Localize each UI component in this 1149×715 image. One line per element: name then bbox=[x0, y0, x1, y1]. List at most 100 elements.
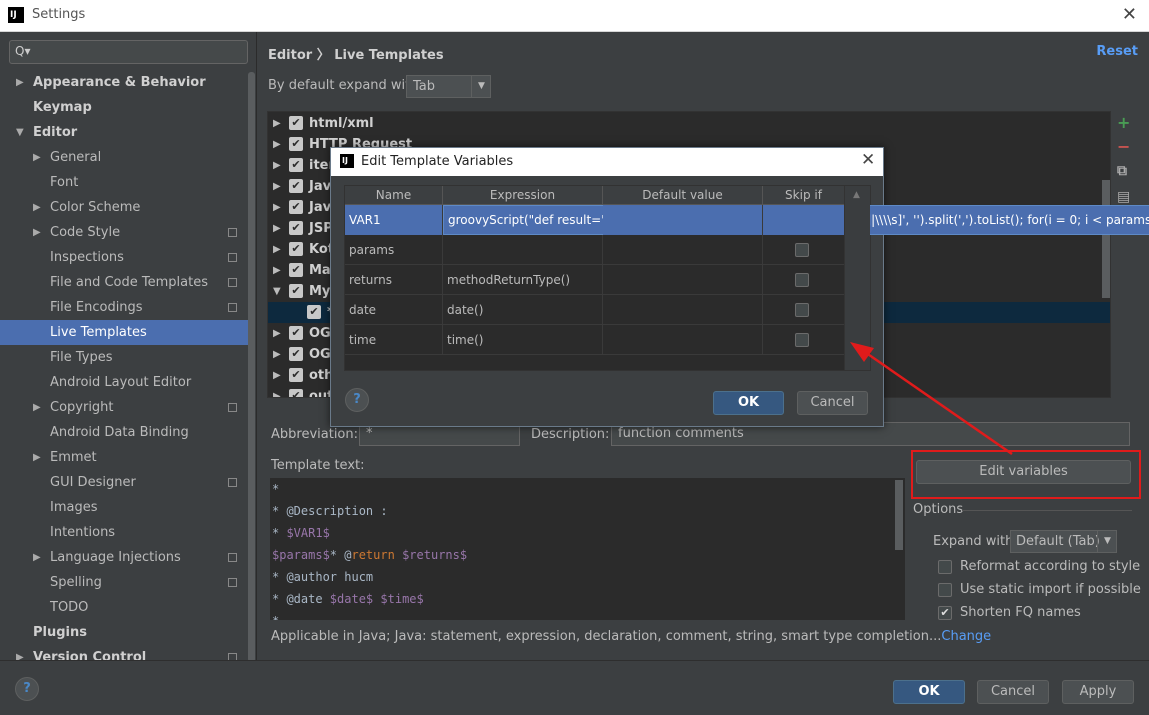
cell-expression[interactable]: date() bbox=[443, 295, 603, 325]
enabled-checkbox[interactable]: ✔ bbox=[289, 263, 303, 277]
ok-button[interactable]: OK bbox=[893, 680, 965, 704]
cell-expression[interactable] bbox=[443, 235, 603, 265]
sidebar-item-gui-designer[interactable]: GUI Designer bbox=[0, 470, 248, 495]
change-contexts-link[interactable]: Change bbox=[941, 629, 991, 644]
chevron-right-icon[interactable]: ▶ bbox=[273, 323, 281, 344]
dialog-help-button[interactable]: ? bbox=[345, 388, 369, 412]
variables-table[interactable]: Name Expression Default value Skip if de… bbox=[344, 185, 1149, 371]
cell-default[interactable] bbox=[603, 295, 763, 325]
sidebar-item-version-control[interactable]: ▶ Version Control bbox=[0, 645, 248, 660]
column-header-default-value[interactable]: Default value bbox=[603, 186, 763, 205]
enabled-checkbox[interactable]: ✔ bbox=[289, 200, 303, 214]
sidebar-item-color-scheme[interactable]: ▶ Color Scheme bbox=[0, 195, 248, 220]
sidebar-item-language-injections[interactable]: ▶ Language Injections bbox=[0, 545, 248, 570]
cell-default[interactable] bbox=[603, 265, 763, 295]
enabled-checkbox[interactable]: ✔ bbox=[307, 305, 321, 319]
chevron-right-icon[interactable]: ▶ bbox=[273, 344, 281, 365]
sidebar-scrollbar[interactable] bbox=[248, 72, 255, 660]
chevron-right-icon[interactable]: ▶ bbox=[273, 176, 281, 197]
chevron-right-icon[interactable]: ▶ bbox=[273, 365, 281, 386]
chevron-right-icon[interactable]: ▶ bbox=[33, 545, 41, 570]
cell-default[interactable] bbox=[603, 325, 763, 355]
cell-skip-if-defined[interactable] bbox=[763, 295, 845, 325]
sidebar-item-file-and-code-templates[interactable]: File and Code Templates bbox=[0, 270, 248, 295]
sidebar-item-live-templates[interactable]: Live Templates bbox=[0, 320, 248, 345]
table-row[interactable]: params bbox=[345, 235, 845, 265]
enabled-checkbox[interactable]: ✔ bbox=[289, 137, 303, 151]
enabled-checkbox[interactable]: ✔ bbox=[289, 158, 303, 172]
apply-button[interactable]: Apply bbox=[1062, 680, 1134, 704]
checkbox-unchecked-icon[interactable] bbox=[795, 333, 809, 347]
column-header-name[interactable]: Name bbox=[345, 186, 443, 205]
sidebar-item-code-style[interactable]: ▶ Code Style bbox=[0, 220, 248, 245]
enabled-checkbox[interactable]: ✔ bbox=[289, 284, 303, 298]
table-row[interactable]: returns methodReturnType() bbox=[345, 265, 845, 295]
settings-search-input[interactable]: Q▾ bbox=[9, 40, 248, 64]
table-row[interactable]: date date() bbox=[345, 295, 845, 325]
expand-with-select[interactable]: Default (Tab) ▼ bbox=[1010, 530, 1117, 553]
enabled-checkbox[interactable]: ✔ bbox=[289, 179, 303, 193]
cell-name[interactable]: returns bbox=[345, 265, 443, 295]
enabled-checkbox[interactable]: ✔ bbox=[289, 368, 303, 382]
sidebar-item-android-layout-editor[interactable]: Android Layout Editor bbox=[0, 370, 248, 395]
chevron-right-icon[interactable]: ▶ bbox=[273, 134, 281, 155]
column-header-skip-if-defined[interactable]: Skip if defin... bbox=[763, 186, 845, 221]
cell-skip-if-defined[interactable] bbox=[763, 235, 845, 265]
checkbox-unchecked-icon[interactable] bbox=[938, 583, 952, 597]
cell-name[interactable]: time bbox=[345, 325, 443, 355]
edit-variables-button[interactable]: Edit variables bbox=[916, 460, 1131, 484]
enabled-checkbox[interactable]: ✔ bbox=[289, 347, 303, 361]
cell-default[interactable] bbox=[603, 235, 763, 265]
sidebar-item-file-types[interactable]: File Types bbox=[0, 345, 248, 370]
sidebar-item-font[interactable]: Font bbox=[0, 170, 248, 195]
copy-icon[interactable]: ⧉ bbox=[1117, 163, 1127, 179]
chevron-right-icon[interactable]: ▶ bbox=[273, 113, 281, 134]
enabled-checkbox[interactable]: ✔ bbox=[289, 116, 303, 130]
checkbox-unchecked-icon[interactable] bbox=[795, 243, 809, 257]
sidebar-item-general[interactable]: ▶ General bbox=[0, 145, 248, 170]
sidebar-item-inspections[interactable]: Inspections bbox=[0, 245, 248, 270]
chevron-right-icon[interactable]: ▶ bbox=[273, 260, 281, 281]
chevron-right-icon[interactable]: ▶ bbox=[33, 195, 41, 220]
sidebar-item-file-encodings[interactable]: File Encodings bbox=[0, 295, 248, 320]
checkbox-unchecked-icon[interactable] bbox=[938, 560, 952, 574]
chevron-right-icon[interactable]: ▶ bbox=[273, 155, 281, 176]
chevron-right-icon[interactable]: ▶ bbox=[16, 70, 24, 95]
sidebar-item-plugins[interactable]: Plugins bbox=[0, 620, 248, 645]
enabled-checkbox[interactable]: ✔ bbox=[289, 326, 303, 340]
window-close-icon[interactable]: ✕ bbox=[1122, 4, 1137, 25]
template-group[interactable]: ▶ ✔ html/xml bbox=[268, 113, 1110, 134]
chevron-right-icon[interactable]: ▶ bbox=[273, 197, 281, 218]
sidebar-item-android-data-binding[interactable]: Android Data Binding bbox=[0, 420, 248, 445]
template-doc-icon[interactable]: ▤ bbox=[1117, 189, 1130, 205]
chevron-right-icon[interactable]: ▶ bbox=[273, 218, 281, 239]
template-text-editor[interactable]: * * @Description : * $VAR1$ $params$* @retu… bbox=[270, 478, 905, 620]
chevron-right-icon[interactable]: ▶ bbox=[33, 145, 41, 170]
cell-expression[interactable]: time() bbox=[443, 325, 603, 355]
sidebar-item-keymap[interactable]: Keymap bbox=[0, 95, 248, 120]
chevron-right-icon[interactable]: ▶ bbox=[16, 645, 24, 660]
chevron-down-icon[interactable]: ▼ bbox=[273, 281, 281, 302]
editor-scrollbar[interactable] bbox=[895, 480, 903, 550]
chevron-right-icon[interactable]: ▶ bbox=[33, 445, 41, 470]
enabled-checkbox[interactable]: ✔ bbox=[289, 389, 303, 397]
cell-skip-if-defined[interactable] bbox=[763, 205, 845, 235]
template-list-scrollbar[interactable] bbox=[1102, 180, 1110, 298]
column-header-expression[interactable]: Expression bbox=[443, 186, 603, 205]
add-icon[interactable]: + bbox=[1117, 113, 1130, 132]
table-row[interactable]: time time() bbox=[345, 325, 845, 355]
chevron-right-icon[interactable]: ▶ bbox=[33, 395, 41, 420]
chevron-down-icon[interactable]: ▼ bbox=[16, 120, 24, 145]
cell-expression[interactable]: methodReturnType() bbox=[443, 265, 603, 295]
chevron-right-icon[interactable]: ▶ bbox=[273, 386, 281, 397]
sidebar-item-editor[interactable]: ▼ Editor bbox=[0, 120, 248, 145]
sidebar-item-images[interactable]: Images bbox=[0, 495, 248, 520]
enabled-checkbox[interactable]: ✔ bbox=[289, 242, 303, 256]
dialog-ok-button[interactable]: OK bbox=[713, 391, 784, 415]
cell-skip-if-defined[interactable] bbox=[763, 325, 845, 355]
scroll-up-icon[interactable]: ▲ bbox=[853, 190, 860, 200]
sidebar-item-appearance-behavior[interactable]: ▶ Appearance & Behavior bbox=[0, 70, 248, 95]
checkbox-checked-icon[interactable]: ✔ bbox=[938, 606, 952, 620]
enabled-checkbox[interactable]: ✔ bbox=[289, 221, 303, 235]
reset-link[interactable]: Reset bbox=[1096, 44, 1138, 59]
